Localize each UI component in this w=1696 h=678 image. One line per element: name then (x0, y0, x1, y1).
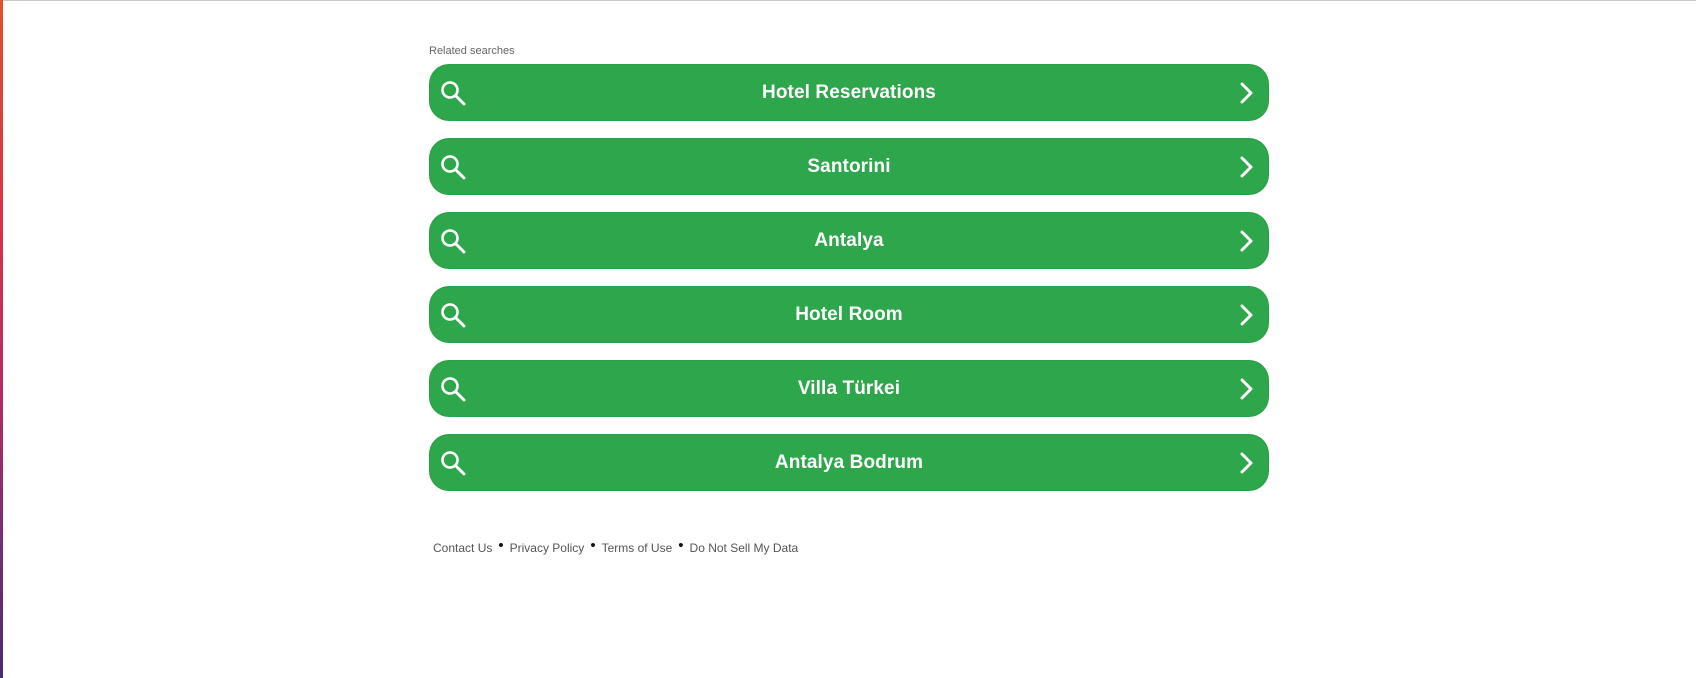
chevron-right-icon (1240, 304, 1253, 325)
related-search-label: Antalya (814, 229, 884, 251)
related-search-button-villa-turkei[interactable]: Villa Türkei (429, 360, 1269, 417)
related-search-label: Hotel Room (795, 303, 903, 325)
terms-of-use-link[interactable]: Terms of Use (602, 541, 673, 555)
search-icon (441, 80, 466, 105)
chevron-right-icon (1240, 378, 1253, 399)
search-icon (441, 302, 466, 327)
privacy-policy-link[interactable]: Privacy Policy (510, 541, 585, 555)
related-search-label: Santorini (807, 155, 891, 177)
footer-separator: • (678, 537, 684, 554)
footer-links: Contact Us • Privacy Policy • Terms of U… (433, 537, 799, 556)
window-top-border (0, 0, 1696, 1)
window-left-border (0, 0, 3, 678)
related-search-button-antalya[interactable]: Antalya (429, 212, 1269, 269)
related-search-button-hotel-room[interactable]: Hotel Room (429, 286, 1269, 343)
contact-us-link[interactable]: Contact Us (433, 541, 492, 555)
search-icon (441, 228, 466, 253)
chevron-right-icon (1240, 452, 1253, 473)
search-icon (441, 154, 466, 179)
related-searches-section: Related searches Hotel Reservations Sant… (429, 44, 1269, 508)
related-search-label: Hotel Reservations (762, 81, 936, 103)
related-searches-heading: Related searches (429, 45, 515, 57)
chevron-right-icon (1240, 82, 1253, 103)
related-search-button-antalya-bodrum[interactable]: Antalya Bodrum (429, 434, 1269, 491)
footer-separator: • (498, 537, 504, 554)
search-icon (441, 450, 466, 475)
footer-separator: • (590, 537, 596, 554)
related-searches-list: Hotel Reservations Santorini Antalya Hot… (429, 64, 1269, 491)
search-icon (441, 376, 466, 401)
related-search-button-hotel-reservations[interactable]: Hotel Reservations (429, 64, 1269, 121)
chevron-right-icon (1240, 230, 1253, 251)
chevron-right-icon (1240, 156, 1253, 177)
related-search-label: Antalya Bodrum (774, 451, 924, 473)
related-search-label: Villa Türkei (797, 377, 901, 399)
related-search-button-santorini[interactable]: Santorini (429, 138, 1269, 195)
do-not-sell-my-data-link[interactable]: Do Not Sell My Data (690, 541, 799, 555)
